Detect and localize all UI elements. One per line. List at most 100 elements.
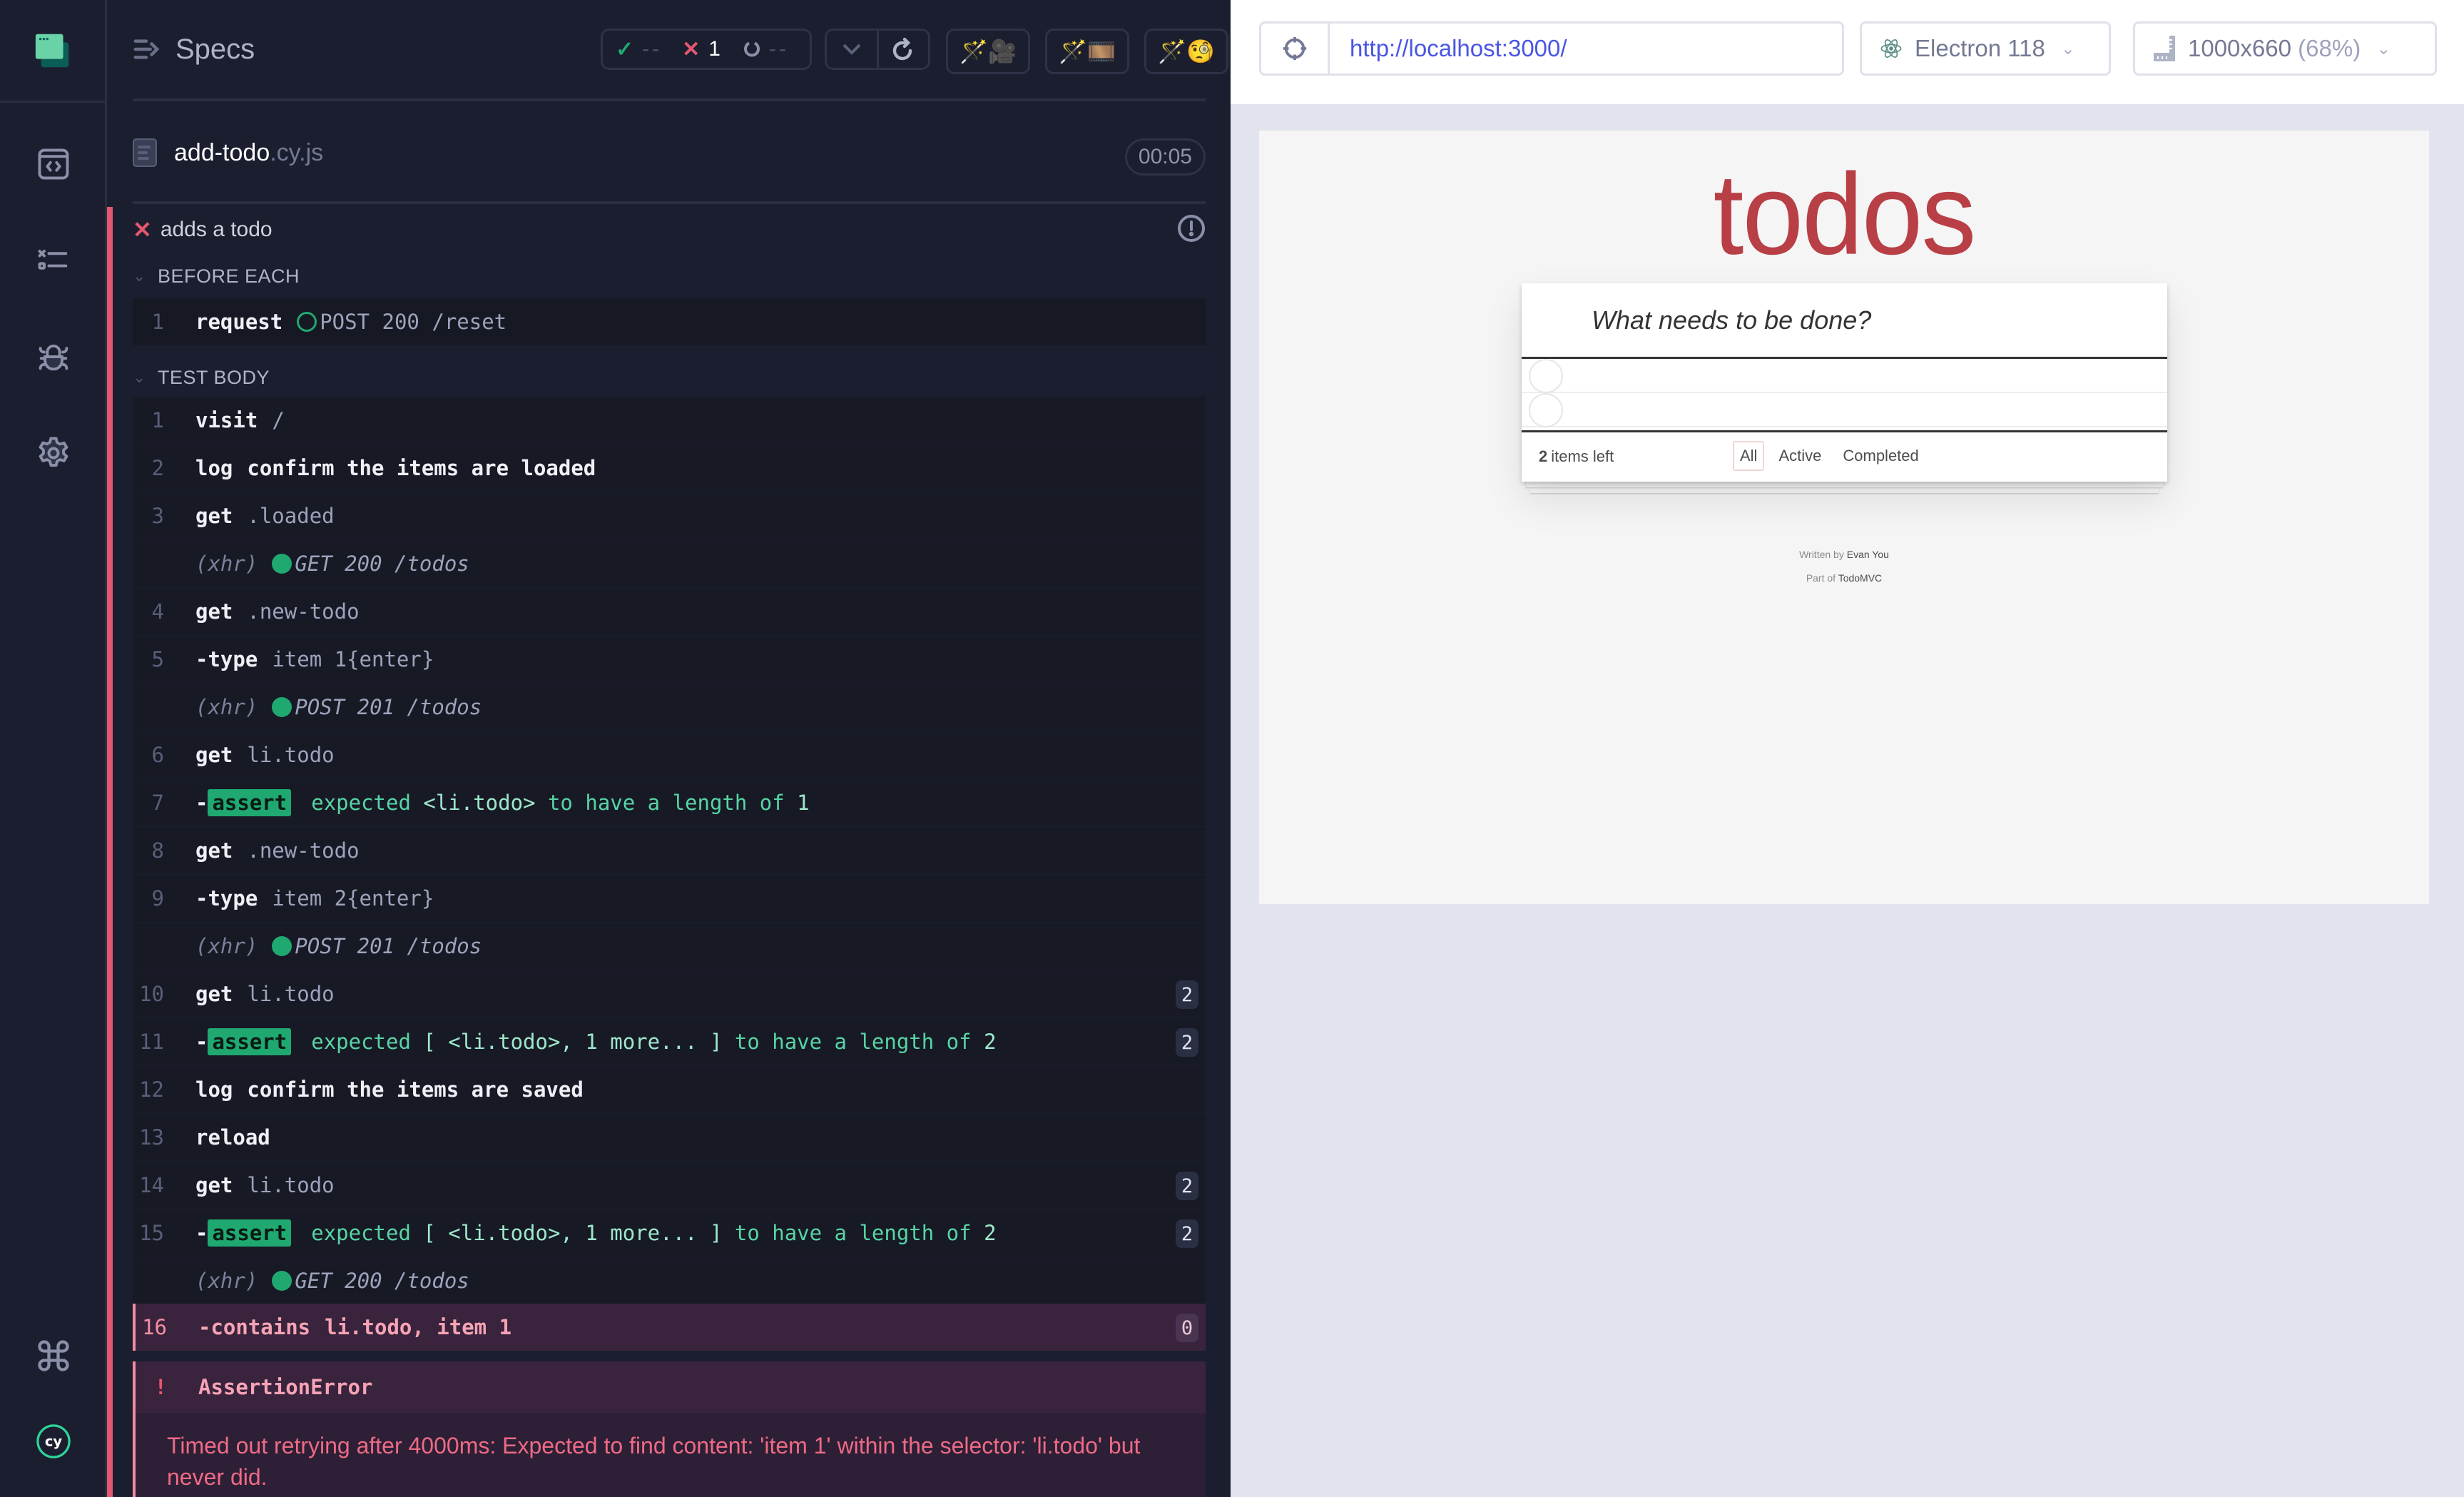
nav-runs[interactable]: [0, 225, 107, 296]
hook-before-each[interactable]: ⌄ BEFORE EACH: [133, 258, 300, 294]
command-row[interactable]: 2 log confirm the items are loaded: [133, 445, 1206, 492]
error-header[interactable]: ! AssertionError: [133, 1361, 1206, 1413]
studio-record-button[interactable]: 🪄🎥: [946, 29, 1030, 74]
failed-count: 1: [708, 37, 721, 61]
command-message: li.todo: [247, 982, 335, 1006]
studio-film-button[interactable]: 🪄🎞️: [1045, 29, 1129, 74]
rerun-button[interactable]: [879, 31, 929, 68]
toggle-checkbox[interactable]: [1529, 393, 1563, 427]
app-window-icon: [35, 34, 69, 67]
command-row[interactable]: 15 - assert expected [ <li.todo>, 1 more...…: [133, 1209, 1206, 1257]
test-error-info-button[interactable]: [1177, 214, 1206, 246]
command-number: 11: [139, 1030, 164, 1054]
command-name: visit: [195, 408, 258, 432]
child-command-dash: -: [195, 791, 208, 815]
xhr-message: GET 200 /todos: [295, 1269, 469, 1293]
test-title-row[interactable]: ✕ adds a todo: [133, 211, 1206, 248]
command-name: -contains: [198, 1315, 311, 1339]
expand-collapse-button[interactable]: [827, 31, 879, 68]
test-stats: ✓ -- ✕ 1 --: [601, 29, 812, 70]
nav-keyboard-shortcuts[interactable]: [0, 1320, 107, 1391]
selector-playground-button[interactable]: [1261, 24, 1330, 73]
command-row[interactable]: 3 get .loaded: [133, 492, 1206, 539]
filter-completed[interactable]: Completed: [1836, 441, 1925, 471]
bug-icon: [39, 344, 68, 371]
command-message: POST 200 /reset: [320, 310, 507, 334]
todomvc-link[interactable]: TodoMVC: [1838, 572, 1882, 584]
command-row[interactable]: 1 request POST 200 /reset: [133, 298, 1206, 345]
command-name: request: [195, 310, 283, 334]
url-display[interactable]: http://localhost:3000/: [1330, 24, 1842, 73]
pending-icon: [743, 41, 760, 57]
command-row[interactable]: 14 get li.todo 2: [133, 1162, 1206, 1209]
nav-debug[interactable]: [0, 321, 107, 392]
studio-inspect-button[interactable]: 🪄🧐: [1144, 29, 1228, 74]
xhr-status-dot: [272, 1271, 292, 1291]
xhr-message: GET 200 /todos: [295, 552, 469, 576]
hook-label: TEST BODY: [157, 366, 270, 388]
toggle-checkbox[interactable]: [1529, 359, 1563, 393]
spec-basename: add-todo: [174, 138, 270, 166]
command-number: 16: [142, 1315, 167, 1339]
cypress-logo[interactable]: cy: [0, 1406, 107, 1477]
todo-item[interactable]: [1522, 359, 2167, 393]
credits-author: Written by Evan You: [1799, 549, 1889, 560]
command-row[interactable]: 8 get .new-todo: [133, 827, 1206, 874]
card-stack-shadow: [1530, 487, 2159, 493]
command-row[interactable]: 10 get li.todo 2: [133, 970, 1206, 1018]
nav-settings[interactable]: [0, 417, 107, 489]
viewport-select[interactable]: 1000x660 (68%) ⌄: [2133, 21, 2437, 76]
command-row[interactable]: (xhr) GET 200 /todos: [133, 1257, 1206, 1304]
error-icon: !: [154, 1375, 167, 1399]
todo-app-title: todos: [1713, 149, 1977, 279]
todo-card: What needs to be done? 2 items left All A…: [1522, 283, 2167, 482]
command-name: log: [195, 1077, 233, 1102]
specs-list-toggle[interactable]: Specs: [133, 34, 255, 66]
command-row[interactable]: 6 get li.todo: [133, 731, 1206, 778]
failed-command-row[interactable]: 16 -contains li.todo, item 1 0: [133, 1304, 1206, 1351]
ruler-icon: [2154, 36, 2175, 61]
code-window-icon: [38, 148, 69, 180]
element-count-badge: 2: [1176, 1028, 1198, 1057]
chevron-down-icon: ⌄: [2376, 39, 2391, 59]
command-message: /: [272, 408, 285, 432]
xhr-status-dot: [272, 936, 292, 956]
command-message: li.todo: [247, 1173, 335, 1197]
url-bar: http://localhost:3000/: [1259, 21, 1844, 76]
project-logo[interactable]: [0, 0, 107, 103]
command-row[interactable]: 11 - assert expected [ <li.todo>, 1 more...…: [133, 1018, 1206, 1065]
command-message: .new-todo: [247, 838, 360, 863]
pending-count: --: [768, 37, 789, 61]
spec-filename[interactable]: add-todo.cy.js: [174, 139, 323, 167]
command-number: 14: [139, 1173, 164, 1197]
filter-active[interactable]: Active: [1771, 441, 1828, 471]
gear-icon: [39, 437, 68, 467]
todo-item[interactable]: [1522, 393, 2167, 427]
nav-specs[interactable]: [0, 128, 107, 200]
spec-header: add-todo.cy.js 00:05: [133, 104, 1206, 204]
command-row[interactable]: 9 -type item 2{enter}: [133, 875, 1206, 922]
command-row[interactable]: 13 reload: [133, 1114, 1206, 1161]
command-message: item 1{enter}: [272, 647, 434, 671]
todo-filters: All Active Completed: [1733, 441, 1926, 471]
command-row[interactable]: (xhr) POST 201 /todos: [133, 923, 1206, 970]
command-number: 10: [139, 982, 164, 1006]
author-link[interactable]: Evan You: [1847, 549, 1889, 560]
cypress-app: cy Specs ✓ -- ✕ 1 -- 🪄🎥 🪄🎞️ 🪄🧐 add-todo.…: [0, 0, 2464, 1497]
command-row[interactable]: (xhr) POST 201 /todos: [133, 684, 1206, 731]
command-number: 7: [151, 791, 164, 815]
child-command-dash: -: [195, 1221, 208, 1245]
alert-circle-icon: [1178, 215, 1205, 242]
command-row[interactable]: (xhr) GET 200 /todos: [133, 540, 1206, 587]
command-row[interactable]: 7 - assert expected <li.todo> to have a len…: [133, 779, 1206, 826]
aut-panel: http://localhost:3000/ Electron 118 ⌄ 10…: [1231, 0, 2464, 1497]
hook-test-body[interactable]: ⌄ TEST BODY: [133, 360, 270, 395]
browser-select[interactable]: Electron 118 ⌄: [1860, 21, 2111, 76]
command-log-reporter: Specs ✓ -- ✕ 1 -- 🪄🎥 🪄🎞️ 🪄🧐 add-todo.cy.…: [107, 0, 1231, 1497]
command-row[interactable]: 5 -type item 1{enter}: [133, 636, 1206, 683]
command-row[interactable]: 4 get .new-todo: [133, 588, 1206, 635]
filter-all[interactable]: All: [1733, 441, 1765, 471]
command-row[interactable]: 1 visit /: [133, 397, 1206, 444]
command-row[interactable]: 12 log confirm the items are saved: [133, 1066, 1206, 1113]
new-todo-input[interactable]: What needs to be done?: [1522, 283, 2167, 359]
